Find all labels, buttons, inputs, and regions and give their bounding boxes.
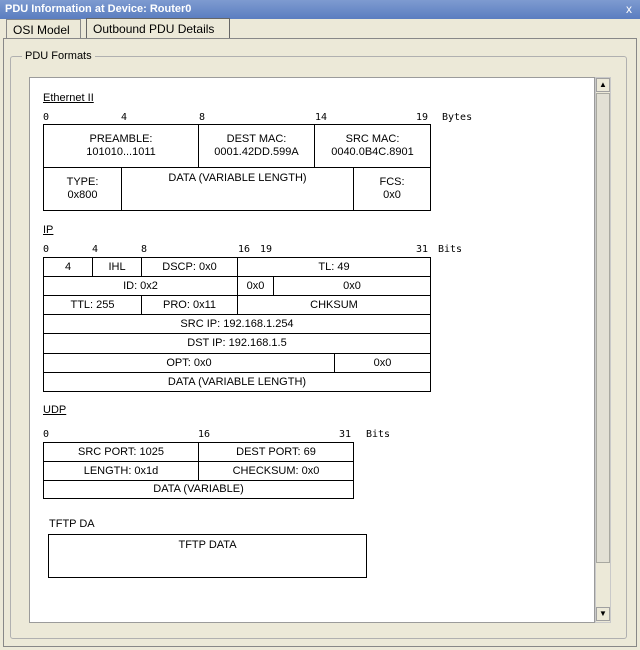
ip-tick: 4: [92, 244, 99, 255]
type-field: TYPE: 0x800: [43, 167, 122, 211]
ip-unit: Bits: [438, 244, 463, 255]
ethernet-section-title: Ethernet II: [43, 92, 94, 104]
preamble-label: PREAMBLE:: [89, 133, 153, 145]
ethernet-tick: 4: [121, 112, 128, 123]
udp-section-title: UDP: [43, 404, 67, 416]
scroll-up-icon[interactable]: ▲: [596, 78, 610, 92]
ethernet-tick: 14: [315, 112, 328, 123]
src-mac-value: 0040.0B4C.8901: [331, 146, 414, 158]
udp-tick: 0: [43, 429, 50, 440]
udp-tick: 31: [339, 429, 352, 440]
ip-tick: 8: [141, 244, 148, 255]
ip-src-field: SRC IP: 192.168.1.254: [43, 314, 431, 334]
ip-ihl-field: IHL: [92, 257, 142, 277]
ip-tick: 31: [416, 244, 429, 255]
close-icon[interactable]: x: [622, 2, 636, 16]
ip-data-field: DATA (VARIABLE LENGTH): [43, 372, 431, 392]
ip-flags-field: 0x0: [237, 276, 274, 296]
type-label: TYPE:: [66, 176, 99, 188]
dest-mac-field: DEST MAC: 0001.42DD.599A: [198, 124, 315, 168]
ip-dst-field: DST IP: 192.168.1.5: [43, 333, 431, 354]
src-mac-field: SRC MAC: 0040.0B4C.8901: [314, 124, 431, 168]
udp-length-field: LENGTH: 0x1d: [43, 461, 199, 481]
udp-src-port-field: SRC PORT: 1025: [43, 442, 199, 462]
ethernet-tick: 19: [416, 112, 429, 123]
fcs-field: FCS: 0x0: [353, 167, 431, 211]
ethernet-tick: 8: [199, 112, 206, 123]
ip-dscp-field: DSCP: 0x0: [141, 257, 238, 277]
udp-data-field: DATA (VARIABLE): [43, 480, 354, 499]
udp-unit: Bits: [366, 429, 391, 440]
preamble-field: PREAMBLE: 101010...1011: [43, 124, 199, 168]
dest-mac-value: 0001.42DD.599A: [214, 146, 299, 158]
scrollbar-thumb[interactable]: [596, 93, 610, 563]
ethernet-data-label: DATA (VARIABLE LENGTH): [168, 172, 307, 184]
ip-version-field: 4: [43, 257, 93, 277]
ip-id-field: ID: 0x2: [43, 276, 238, 296]
udp-dest-port-field: DEST PORT: 69: [198, 442, 354, 462]
udp-tick: 16: [198, 429, 211, 440]
tftp-section-title: TFTP DA: [49, 518, 95, 530]
ip-padding-field: 0x0: [334, 353, 431, 373]
ip-tick: 0: [43, 244, 50, 255]
src-mac-label: SRC MAC:: [345, 133, 400, 145]
pdu-formats-label: PDU Formats: [22, 50, 95, 62]
tftp-data-label: TFTP DATA: [178, 539, 237, 551]
fcs-label: FCS:: [379, 176, 405, 188]
ip-frag-offset-field: 0x0: [273, 276, 431, 296]
fcs-value: 0x0: [383, 189, 401, 201]
ip-options-field: OPT: 0x0: [43, 353, 335, 373]
ip-section-title: IP: [43, 224, 54, 236]
tab-outbound-pdu-details[interactable]: Outbound PDU Details: [86, 18, 230, 40]
dest-mac-label: DEST MAC:: [226, 133, 287, 145]
ip-tick: 19: [260, 244, 273, 255]
tab-osi-model[interactable]: OSI Model: [6, 19, 81, 40]
ip-tl-field: TL: 49: [237, 257, 431, 277]
scroll-down-icon[interactable]: ▼: [596, 607, 610, 621]
tftp-data-field: TFTP DATA: [48, 534, 367, 578]
ip-protocol-field: PRO: 0x11: [141, 295, 238, 315]
window-title: PDU Information at Device: Router0: [5, 3, 192, 15]
type-value: 0x800: [67, 189, 98, 201]
ethernet-data-field: DATA (VARIABLE LENGTH): [121, 167, 354, 211]
ip-ttl-field: TTL: 255: [43, 295, 142, 315]
ethernet-tick: 0: [43, 112, 50, 123]
ip-tick: 16: [238, 244, 251, 255]
ethernet-unit: Bytes: [442, 112, 473, 123]
ip-checksum-field: CHKSUM: [237, 295, 431, 315]
preamble-value: 101010...1011: [86, 146, 156, 158]
udp-checksum-field: CHECKSUM: 0x0: [198, 461, 354, 481]
